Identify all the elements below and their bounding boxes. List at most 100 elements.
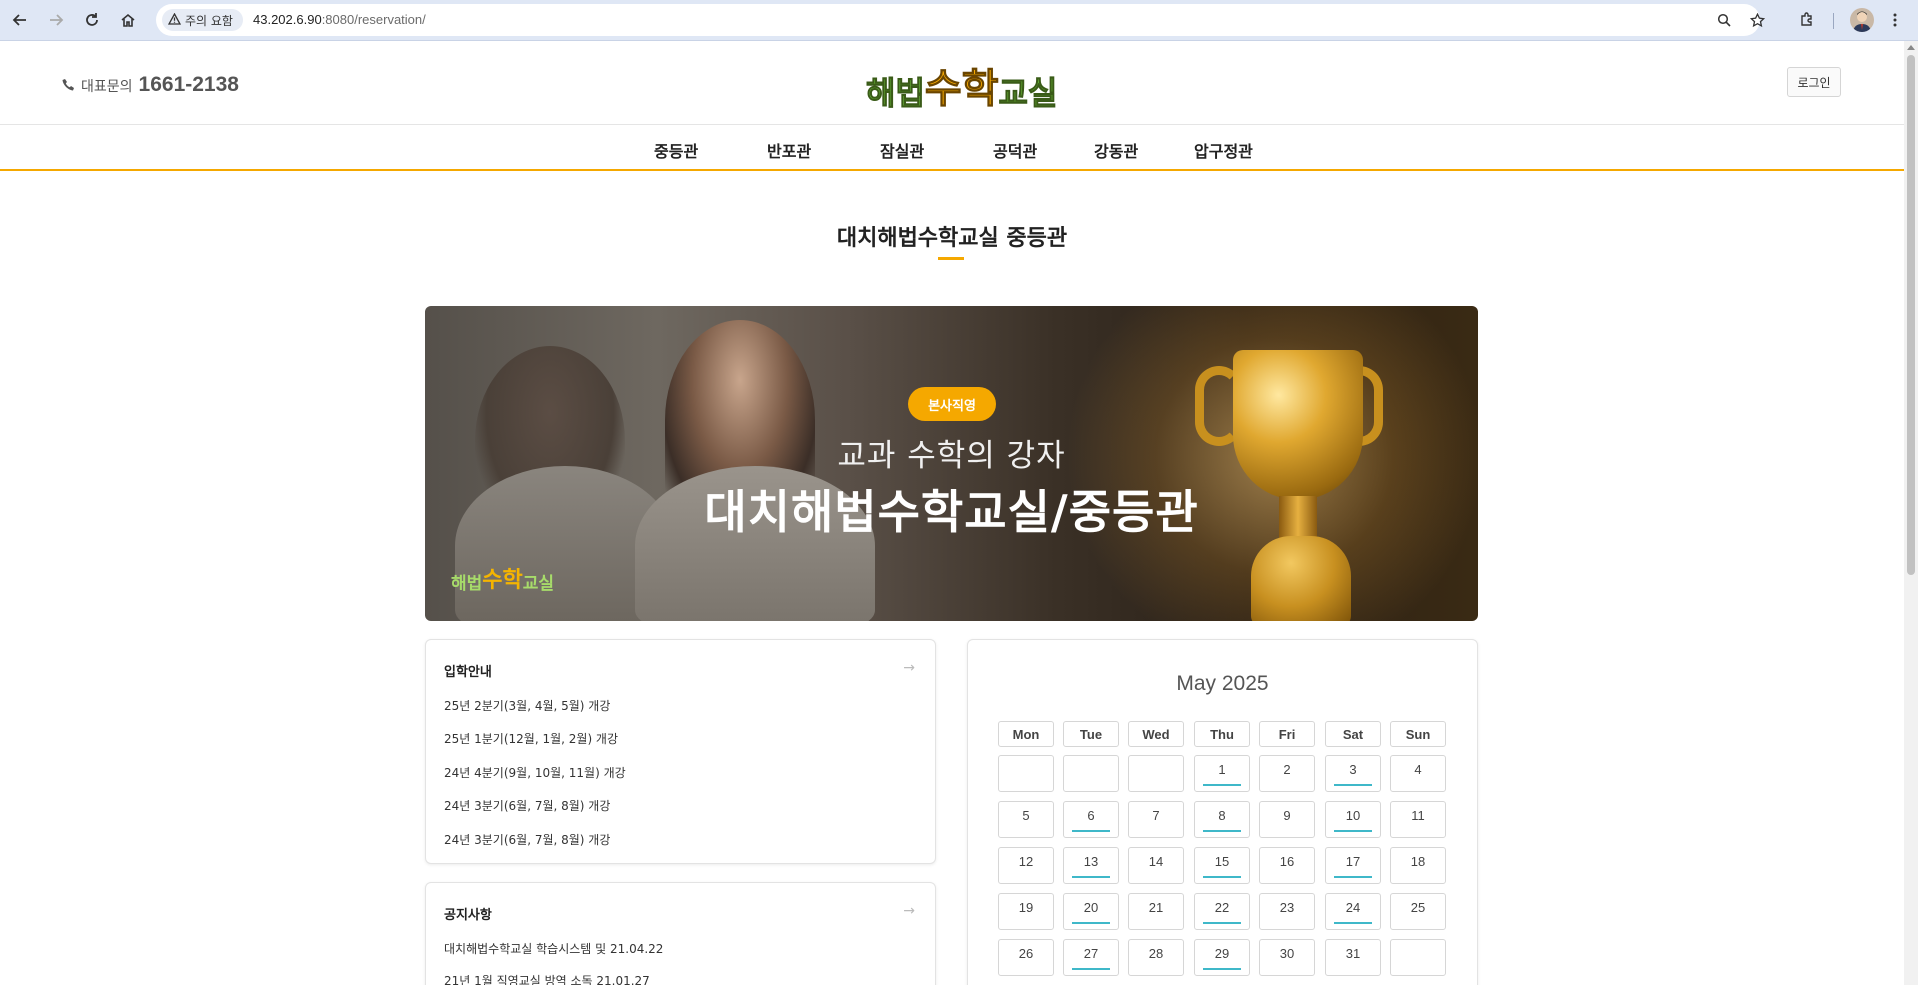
branch-tab-jungdeung[interactable]: 중등관	[654, 138, 698, 162]
calendar-day-number: 12	[1018, 854, 1034, 869]
extensions-icon[interactable]	[1795, 8, 1819, 32]
calendar-day-cell[interactable]: 16	[1259, 847, 1315, 884]
calendar-day-number: 6	[1087, 808, 1095, 823]
calendar-day-number: 19	[1018, 900, 1034, 915]
calendar-day-cell[interactable]: 18	[1390, 847, 1446, 884]
reservation-available-mark	[1203, 876, 1241, 878]
calendar-day-number: 25	[1410, 900, 1426, 915]
calendar-day-cell[interactable]: 28	[1128, 939, 1184, 976]
contact-phone: 대표문의 1661-2138	[62, 73, 239, 97]
security-warning-label: 주의 요함	[185, 13, 233, 28]
admission-item[interactable]: 25년 1분기(12월, 1월, 2월) 개강	[444, 730, 618, 747]
bookmark-star-icon[interactable]	[1747, 10, 1767, 30]
address-bar[interactable]: 주의 요함 43.202.6.90:8080/reservation/	[156, 4, 1765, 36]
calendar-day-cell[interactable]: 5	[998, 801, 1054, 838]
admission-item[interactable]: 24년 4분기(9월, 10월, 11월) 개강	[444, 764, 626, 781]
calendar-day-cell[interactable]: 3	[1325, 755, 1381, 792]
banner-logo-part-1: 해법	[451, 574, 483, 593]
calendar-day-number: 3	[1349, 762, 1357, 777]
url-text[interactable]: 43.202.6.90:8080/reservation/	[253, 12, 426, 27]
calendar-day-cell[interactable]: 26	[998, 939, 1054, 976]
phone-icon	[62, 76, 75, 95]
calendar-day-cell[interactable]: 7	[1128, 801, 1184, 838]
banner-logo-part-2: 수학	[482, 567, 523, 592]
calendar-day-number: 7	[1152, 808, 1160, 823]
calendar-weekday-header: Sat	[1325, 721, 1381, 747]
phone-number: 1661-2138	[138, 73, 239, 96]
scrollbar-thumb[interactable]	[1907, 55, 1915, 575]
notice-title[interactable]: 공지사항	[444, 904, 492, 923]
branch-nav: 중등관 반포관 잠실관 공덕관 강동관 압구정관	[0, 126, 1904, 171]
calendar-day-cell[interactable]: 23	[1259, 893, 1315, 930]
admission-title[interactable]: 입학안내	[444, 661, 492, 680]
notice-more-arrow-icon[interactable]: →	[903, 903, 915, 919]
reload-icon[interactable]	[80, 8, 104, 32]
calendar-day-number: 13	[1083, 854, 1099, 869]
calendar-day-cell[interactable]: 29	[1194, 939, 1250, 976]
calendar-day-number: 28	[1148, 946, 1164, 961]
calendar-day-cell[interactable]: 17	[1325, 847, 1381, 884]
home-icon[interactable]	[116, 8, 140, 32]
calendar-day-cell[interactable]: 8	[1194, 801, 1250, 838]
forward-icon[interactable]	[44, 8, 68, 32]
calendar-day-cell[interactable]: 10	[1325, 801, 1381, 838]
admission-more-arrow-icon[interactable]: →	[903, 660, 915, 676]
banner-subtitle: 교과 수학의 강자	[837, 438, 1066, 474]
calendar-day-cell[interactable]: 27	[1063, 939, 1119, 976]
calendar-weekday-header: Wed	[1128, 721, 1184, 747]
reservation-available-mark	[1334, 784, 1372, 786]
calendar-day-cell[interactable]: 14	[1128, 847, 1184, 884]
admission-item[interactable]: 25년 2분기(3월, 4월, 5월) 개강	[444, 697, 610, 714]
calendar-day-cell[interactable]: 15	[1194, 847, 1250, 884]
notice-item[interactable]: 대치해법수학교실 학습시스템 및 21.04.22	[444, 940, 663, 957]
calendar-day-cell[interactable]: 20	[1063, 893, 1119, 930]
calendar-weekday-header: Tue	[1063, 721, 1119, 747]
branch-tab-gongdeok[interactable]: 공덕관	[993, 138, 1037, 162]
calendar-day-cell[interactable]: 4	[1390, 755, 1446, 792]
calendar-day-cell[interactable]: 11	[1390, 801, 1446, 838]
scroll-up-arrow-icon[interactable]	[1907, 45, 1915, 50]
zoom-icon[interactable]	[1714, 10, 1734, 30]
branch-tab-jamsil[interactable]: 잠실관	[880, 138, 924, 162]
calendar-day-cell[interactable]: 1	[1194, 755, 1250, 792]
calendar-day-number: 30	[1279, 946, 1295, 961]
calendar-day-cell[interactable]: 25	[1390, 893, 1446, 930]
calendar-weekday-header: Sun	[1390, 721, 1446, 747]
kebab-menu-icon[interactable]	[1883, 8, 1907, 32]
calendar-day-cell[interactable]: 30	[1259, 939, 1315, 976]
calendar-day-cell[interactable]: 19	[998, 893, 1054, 930]
calendar-day-cell[interactable]: 2	[1259, 755, 1315, 792]
calendar-day-number: 27	[1083, 946, 1099, 961]
admission-item[interactable]: 24년 3분기(6월, 7월, 8월) 개강	[444, 797, 610, 814]
profile-avatar[interactable]	[1850, 8, 1874, 32]
site-logo[interactable]: 해법 수학 교실	[866, 56, 1058, 114]
toolbar-divider	[1833, 13, 1834, 29]
page-scrollbar[interactable]	[1904, 41, 1918, 985]
calendar-day-cell[interactable]: 24	[1325, 893, 1381, 930]
login-button[interactable]: 로그인	[1787, 67, 1841, 97]
calendar-day-number: 10	[1345, 808, 1361, 823]
reservation-calendar: May 2025 Mon Tue Wed Thu Fri Sat Sun 1 2 3 4 5 6 7 8 9 1…	[967, 639, 1478, 985]
branch-tab-apgujeong[interactable]: 압구정관	[1194, 138, 1253, 162]
site-header: 대표문의 1661-2138 해법 수학 교실 로그인	[0, 41, 1904, 125]
trophy-hand-image	[1251, 536, 1351, 621]
branch-tab-banpo[interactable]: 반포관	[767, 138, 811, 162]
admission-item[interactable]: 24년 3분기(6월, 7월, 8월) 개강	[444, 831, 610, 848]
notice-item[interactable]: 21년 1월 직영교실 방역 소독 21.01.27	[444, 972, 650, 985]
calendar-day-cell[interactable]: 22	[1194, 893, 1250, 930]
calendar-empty-cell	[1390, 939, 1446, 976]
calendar-day-cell[interactable]: 21	[1128, 893, 1184, 930]
calendar-day-cell[interactable]: 31	[1325, 939, 1381, 976]
phone-label: 대표문의	[81, 79, 133, 95]
url-path: :8080/reservation/	[321, 12, 426, 27]
back-icon[interactable]	[8, 8, 32, 32]
security-warning-chip[interactable]: 주의 요함	[162, 9, 243, 31]
reservation-available-mark	[1334, 922, 1372, 924]
calendar-day-number: 23	[1279, 900, 1295, 915]
banner-title: 대치해법수학교실/중등관	[704, 485, 1199, 539]
calendar-day-cell[interactable]: 13	[1063, 847, 1119, 884]
calendar-day-cell[interactable]: 12	[998, 847, 1054, 884]
calendar-day-cell[interactable]: 9	[1259, 801, 1315, 838]
branch-tab-gangdong[interactable]: 강동관	[1094, 138, 1138, 162]
calendar-day-cell[interactable]: 6	[1063, 801, 1119, 838]
